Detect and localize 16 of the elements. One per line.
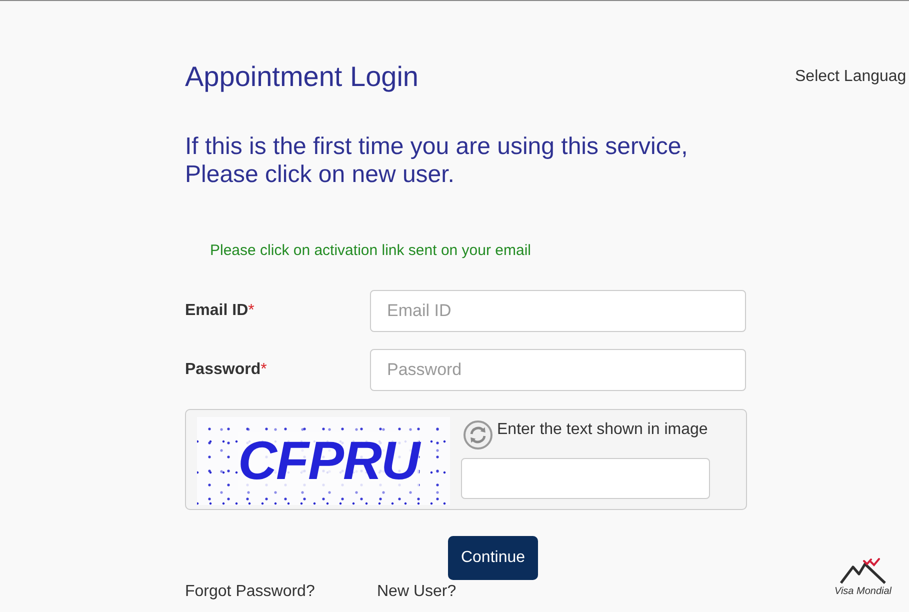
language-selector[interactable]: Select Languag: [795, 67, 906, 87]
field-label: Email ID*: [185, 301, 256, 321]
refresh-icon[interactable]: [463, 420, 493, 450]
continue-button[interactable]: Continue: [448, 536, 538, 580]
mountain-logo-icon: [840, 558, 886, 584]
captcha-input-field[interactable]: [461, 458, 710, 499]
logo-text: Visa Mondial: [834, 586, 892, 598]
captcha-prompt: Enter the text shown in image: [497, 420, 708, 440]
input-field[interactable]: Email ID: [370, 290, 746, 332]
field-label: Password*: [185, 360, 268, 380]
activation-notice: Please click on activation link sent on your email: [210, 242, 532, 260]
page-title: Appointment Login: [185, 60, 420, 94]
text-link[interactable]: New User?: [377, 583, 456, 601]
intro-text: If this is the first time you are using this service, Please click on new user.: [185, 133, 689, 189]
input-field[interactable]: Password: [370, 349, 746, 391]
text-link[interactable]: Forgot Password?: [185, 583, 377, 601]
